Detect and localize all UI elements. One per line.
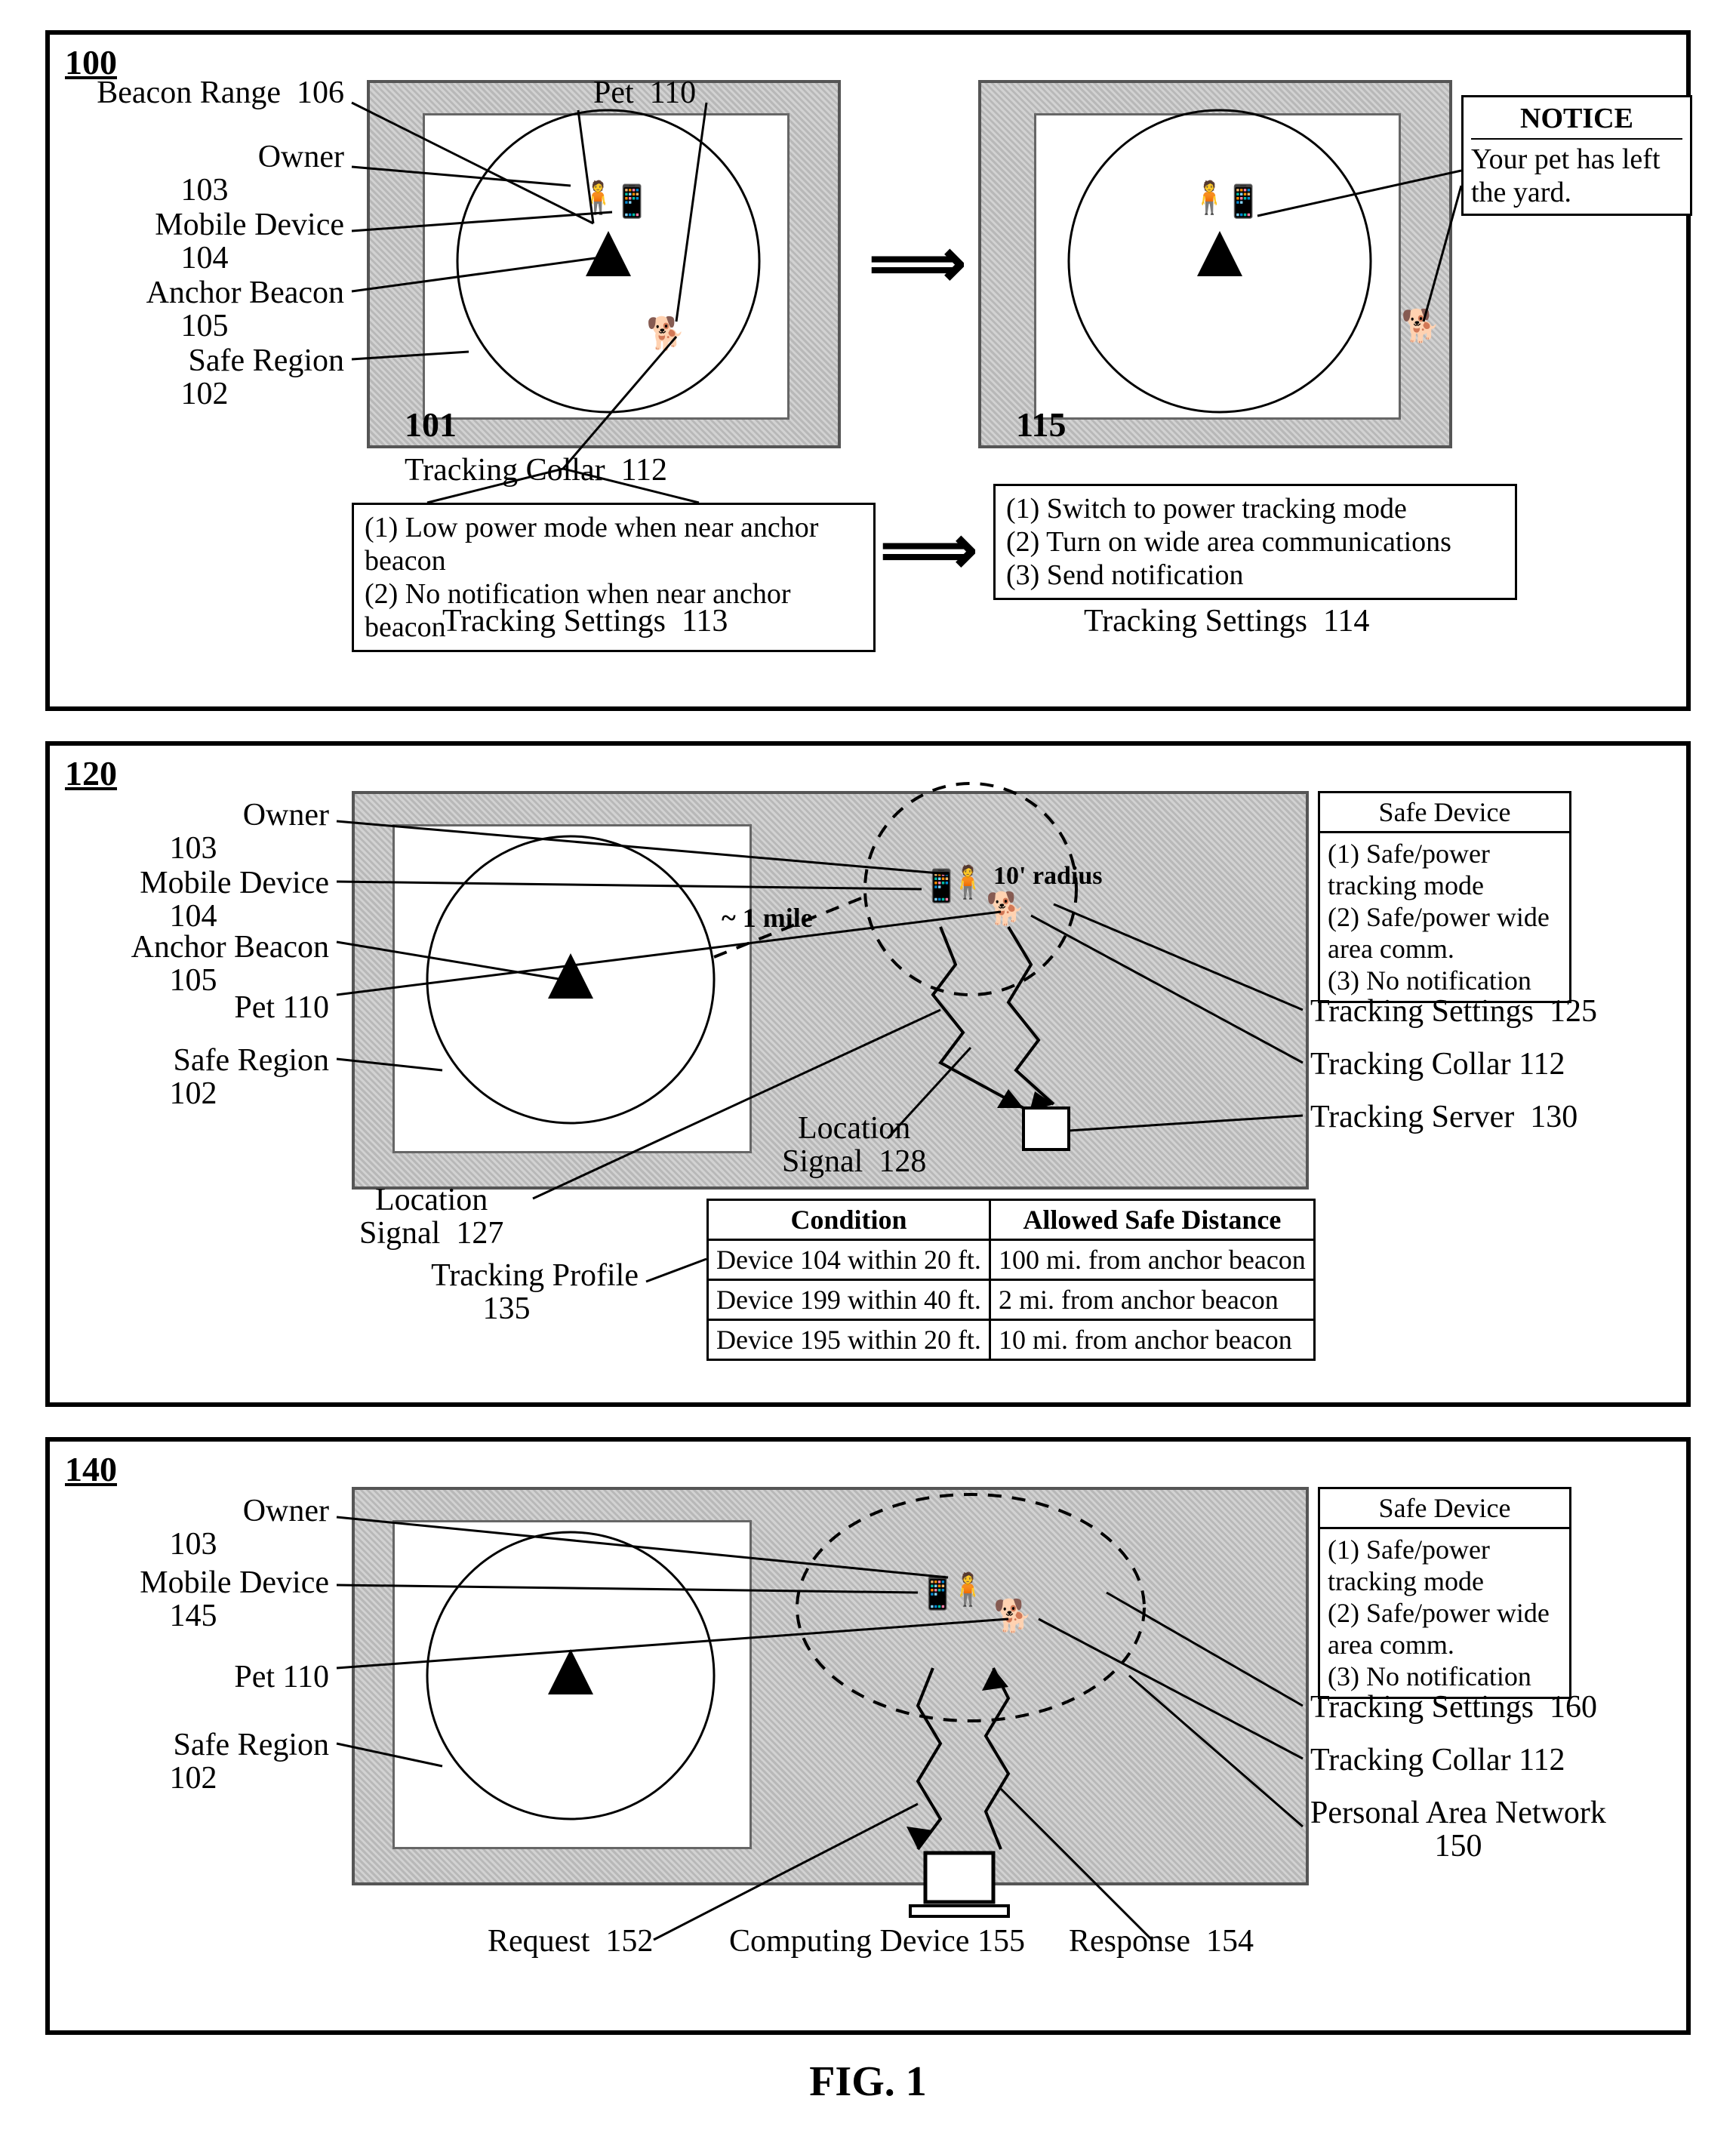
dog-icon: 🐕 (646, 315, 685, 352)
tracking-profile-table: ConditionAllowed Safe Distance Device 10… (706, 1199, 1316, 1361)
scene-tag-115: 115 (1016, 405, 1066, 445)
th-distance: Allowed Safe Distance (990, 1200, 1314, 1240)
label-settings-113: Tracking Settings 113 (442, 605, 728, 638)
phone-icon: 📱 (612, 183, 651, 220)
label-request: Request 152 (488, 1925, 653, 1958)
label-pet: Pet 110 (57, 991, 329, 1024)
label-response: Response 154 (1069, 1925, 1254, 1958)
list-item: (3) No notification (1328, 965, 1562, 996)
label-owner: Owner103 (57, 1494, 329, 1561)
scene-115 (978, 80, 1452, 448)
list-item: (1) Low power mode when near anchor beac… (365, 511, 863, 577)
list-item: (1) Safe/power tracking mode (1328, 1534, 1562, 1597)
label-owner: Owner103 (65, 140, 344, 207)
list-item: (2) Safe/power wide area comm. (1328, 901, 1562, 965)
label-server-130: Tracking Server 130 (1310, 1100, 1577, 1134)
label-collar-140: Tracking Collar 112 (1310, 1744, 1565, 1777)
label-loc128: LocationSignal 128 (782, 1112, 926, 1178)
label-loc127: LocationSignal 127 (359, 1183, 503, 1250)
label-safe: Safe Region102 (57, 1728, 329, 1795)
label-settings-114: Tracking Settings 114 (1084, 605, 1369, 638)
dog-icon: 🐕 (986, 890, 1025, 927)
scene-tag-101: 101 (405, 405, 457, 445)
th-condition: Condition (708, 1200, 990, 1240)
label-mobile: Mobile Device104 (57, 866, 329, 933)
label-safe: Safe Region102 (57, 1044, 329, 1110)
label-pan: Personal Area Network150 (1310, 1796, 1606, 1863)
label-computing-device: Computing Device 155 (729, 1925, 1025, 1958)
notice-body: Your pet has left the yard. (1471, 140, 1682, 209)
table-cell: Device 104 within 20 ft. (708, 1240, 990, 1280)
yard-115 (1034, 113, 1401, 420)
table-cell: 100 mi. from anchor beacon (990, 1240, 1314, 1280)
label-settings-160: Tracking Settings 160 (1310, 1691, 1597, 1724)
list-item: (1) Safe/power tracking mode (1328, 838, 1562, 901)
table-cell: 10 mi. from anchor beacon (990, 1320, 1314, 1360)
label-mobile: Mobile Device104 (65, 208, 344, 275)
label-safe: Safe Region102 (65, 344, 344, 411)
dog-icon: 🐕 (993, 1597, 1033, 1634)
label-mobile: Mobile Device145 (57, 1566, 329, 1633)
panel-140: 140 🧍 📱 🐕 Owner103 Mobile Device145 Pet … (45, 1437, 1691, 2035)
tracking-settings-114-box: (1) Switch to power tracking mode (2) Tu… (993, 484, 1517, 600)
label-beacon-range: Beacon Range 106 (65, 76, 344, 109)
list-item: (1) Switch to power tracking mode (1006, 492, 1504, 525)
arrow-implies-settings: ⟹ (880, 510, 977, 589)
table-cell: 2 mi. from anchor beacon (990, 1280, 1314, 1320)
list-item: (3) No notification (1328, 1660, 1562, 1692)
label-pet: Pet 110 (57, 1660, 329, 1694)
label-anchor: Anchor Beacon105 (65, 276, 344, 343)
label-settings-125: Tracking Settings 125 (1310, 995, 1597, 1028)
table-cell: Device 199 within 40 ft. (708, 1280, 990, 1320)
safe-device-title: Safe Device (1320, 1489, 1569, 1529)
label-1mile: ~ 1 mile (722, 904, 813, 933)
label-10ft: 10' radius (993, 863, 1103, 890)
label-owner: Owner103 (57, 799, 329, 865)
label-anchor: Anchor Beacon105 (57, 931, 329, 997)
safe-device-box-140: Safe Device (1) Safe/power tracking mode… (1318, 1487, 1571, 1699)
label-pet: Pet 110 (593, 76, 696, 109)
list-item: (2) Safe/power wide area comm. (1328, 1597, 1562, 1660)
label-profile: Tracking Profile135 (374, 1259, 639, 1325)
panel-100: 100 🧍 📱 🐕 101 ⟹ 🧍 📱 🐕 115 NOTICE Your pe… (45, 30, 1691, 711)
panel-120: 120 🧍 📱 🐕 ~ 1 mile 10' radius Owner103 M… (45, 741, 1691, 1407)
list-item: (2) Turn on wide area communications (1006, 525, 1504, 559)
arrow-implies-scenes: ⟹ (869, 223, 966, 303)
phone-icon: 📱 (918, 1574, 957, 1611)
label-collar: Tracking Collar 112 (405, 454, 667, 487)
table-cell: Device 195 within 20 ft. (708, 1320, 990, 1360)
notice-box: NOTICE Your pet has left the yard. (1461, 95, 1692, 216)
safe-device-box-120: Safe Device (1) Safe/power tracking mode… (1318, 791, 1571, 1003)
notice-title: NOTICE (1471, 102, 1682, 140)
label-collar-120: Tracking Collar 112 (1310, 1048, 1565, 1081)
figure-caption: FIG. 1 (0, 2058, 1736, 2106)
list-item: (3) Send notification (1006, 559, 1504, 592)
safe-device-title: Safe Device (1320, 793, 1569, 833)
